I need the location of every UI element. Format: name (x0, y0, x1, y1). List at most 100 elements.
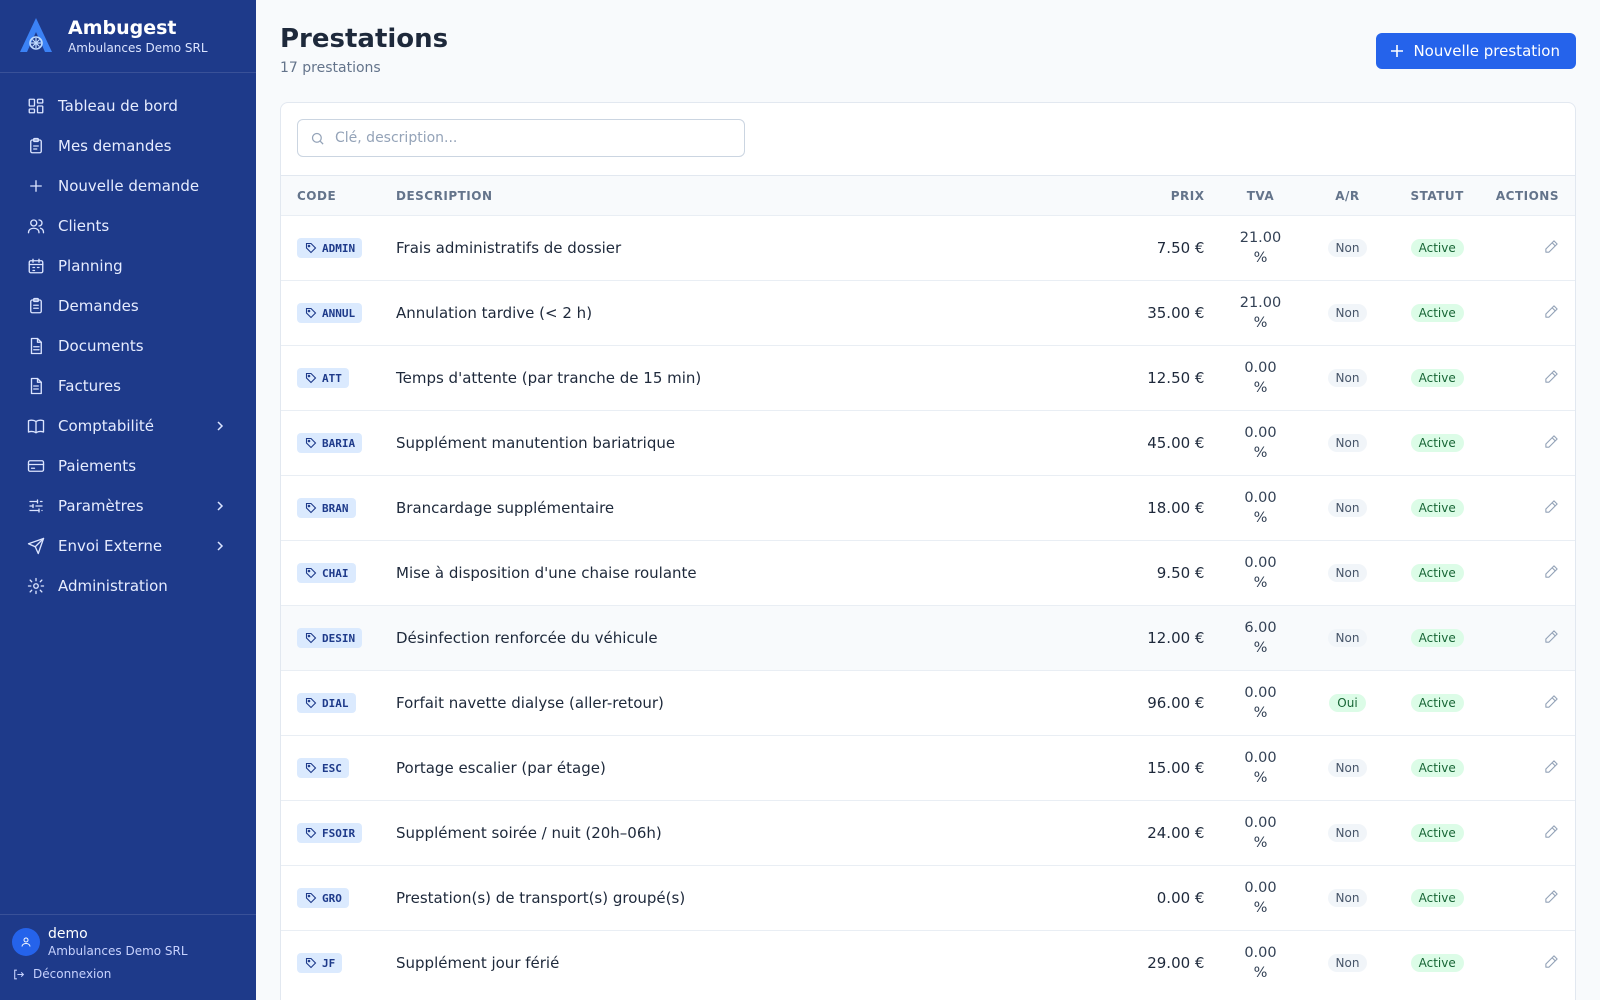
status-badge: Active (1410, 824, 1464, 842)
sidebar-item-factures[interactable]: Factures (16, 366, 240, 406)
ar-badge: Non (1327, 434, 1368, 452)
search-icon (310, 130, 326, 146)
cell-actions (1480, 541, 1575, 606)
cell-ar: Non (1300, 606, 1394, 671)
table-row[interactable]: CHAI Mise à disposition d'une chaise roul… (281, 540, 1575, 606)
cell-ar: Non (1300, 346, 1394, 411)
table-row[interactable]: DIAL Forfait navette dialyse (aller-retou… (281, 670, 1575, 736)
edit-pencil-icon[interactable] (1543, 433, 1559, 449)
table-row[interactable]: GRO Prestation(s) de transport(s) groupé(… (281, 865, 1575, 931)
new-prestation-label: Nouvelle prestation (1413, 42, 1560, 60)
cell-code: DIAL (281, 671, 380, 736)
avatar[interactable] (12, 928, 40, 956)
edit-pencil-icon[interactable] (1543, 368, 1559, 384)
cell-code: GRO (281, 866, 380, 931)
edit-pencil-icon[interactable] (1543, 693, 1559, 709)
sidebar-item-demandes[interactable]: Demandes (16, 286, 240, 326)
table-row[interactable]: ATT Temps d'attente (par tranche de 15 mi… (281, 345, 1575, 411)
gear-icon (27, 577, 45, 595)
logout-button[interactable]: Déconnexion (12, 967, 244, 981)
sidebar-item-envoi-externe[interactable]: Envoi Externe (16, 526, 240, 566)
brand-name: Ambugest (68, 16, 177, 39)
column-header-tva[interactable]: TVA (1220, 176, 1300, 216)
code-text: DESIN (322, 631, 356, 645)
table-row[interactable]: BARIA Supplément manutention bariatrique 4… (281, 410, 1575, 476)
sidebar-item-nouvelle-demande[interactable]: Nouvelle demande (16, 166, 240, 206)
ar-badge: Non (1327, 564, 1368, 582)
sidebar-item-paiements[interactable]: Paiements (16, 446, 240, 486)
plus-icon (27, 177, 45, 195)
send-icon (27, 537, 45, 555)
table-row[interactable]: ESC Portage escalier (par étage) 15.00 € 0.… (281, 735, 1575, 801)
sidebar-item-comptabilite[interactable]: Comptabilité (16, 406, 240, 446)
prestations-card: Code Description Prix TVA A/R Statut Act… (280, 102, 1576, 1000)
tva-unit: % (1253, 315, 1268, 331)
tag-icon (305, 437, 317, 449)
cell-description: Temps d'attente (par tranche de 15 min) (396, 369, 702, 387)
sidebar-item-label: Administration (58, 577, 168, 595)
cell-ar: Non (1300, 476, 1394, 541)
column-header-ar[interactable]: A/R (1300, 176, 1394, 216)
tva-unit: % (1253, 575, 1268, 591)
sidebar-item-documents[interactable]: Documents (16, 326, 240, 366)
cell-statut: Active (1394, 346, 1479, 411)
tva-unit: % (1253, 380, 1268, 396)
tva-value: 0.00 (1244, 880, 1277, 896)
edit-pencil-icon[interactable] (1543, 563, 1559, 579)
sidebar-item-mes-demandes[interactable]: Mes demandes (16, 126, 240, 166)
cell-ar: Non (1300, 866, 1394, 931)
cell-prix: 12.00 € (1147, 629, 1205, 647)
edit-pencil-icon[interactable] (1543, 628, 1559, 644)
column-header-prix[interactable]: Prix (1100, 176, 1220, 216)
table-row[interactable]: JF Supplément jour férié 29.00 € 0.00% Non Ac… (281, 930, 1575, 996)
sidebar-item-parametres[interactable]: Paramètres (16, 486, 240, 526)
cell-code: CHAI (281, 541, 380, 606)
cell-statut: Active (1394, 411, 1479, 476)
status-badge: Active (1410, 239, 1464, 257)
cell-actions (1480, 671, 1575, 736)
tva-value: 6.00 (1244, 620, 1277, 636)
edit-pencil-icon[interactable] (1543, 954, 1559, 970)
new-prestation-button[interactable]: Nouvelle prestation (1376, 33, 1576, 69)
table-row[interactable]: FSOIR Supplément soirée / nuit (20h–06h) 2… (281, 800, 1575, 866)
sidebar-item-administration[interactable]: Administration (16, 566, 240, 606)
plus-icon (1390, 44, 1404, 58)
edit-pencil-icon[interactable] (1543, 498, 1559, 514)
column-header-description[interactable]: Description (380, 176, 1100, 216)
code-badge: ATT (297, 368, 349, 388)
cell-description: Supplément manutention bariatrique (396, 434, 676, 452)
cell-description: Prestation(s) de transport(s) groupé(s) (396, 889, 686, 907)
edit-pencil-icon[interactable] (1543, 823, 1559, 839)
cell-tva: 0.00% (1220, 476, 1300, 541)
edit-pencil-icon[interactable] (1543, 758, 1559, 774)
tva-value: 21.00 (1239, 230, 1282, 246)
cell-tva: 0.00% (1220, 801, 1300, 866)
sidebar-item-clients[interactable]: Clients (16, 206, 240, 246)
table-row[interactable]: ADMIN Frais administratifs de dossier 7.50… (281, 215, 1575, 281)
cell-description: Forfait navette dialyse (aller-retour) (396, 694, 664, 712)
tva-value: 21.00 (1239, 295, 1282, 311)
sidebar-item-planning[interactable]: Planning (16, 246, 240, 286)
edit-pencil-icon[interactable] (1543, 238, 1559, 254)
user-name: demo (48, 926, 88, 942)
ar-badge: Non (1327, 759, 1368, 777)
cell-prix: 45.00 € (1147, 434, 1205, 452)
code-text: ESC (322, 761, 342, 775)
cell-prix: 12.50 € (1147, 369, 1205, 387)
code-badge: DESIN (297, 628, 363, 648)
tva-unit: % (1253, 965, 1268, 982)
tva-value: 0.00 (1244, 685, 1277, 701)
code-text: ATT (322, 371, 342, 385)
edit-pencil-icon[interactable] (1543, 888, 1559, 904)
column-header-actions: Actions (1495, 188, 1559, 203)
search-input[interactable] (335, 130, 744, 146)
table-row[interactable]: ANNUL Annulation tardive (< 2 h) 35.00 € 21… (281, 280, 1575, 346)
sidebar-item-tableau-de-bord[interactable]: Tableau de bord (16, 86, 240, 126)
column-header-statut[interactable]: Statut (1394, 176, 1479, 216)
sidebar-item-label: Factures (58, 377, 121, 395)
table-row[interactable]: DESIN Désinfection renforcée du véhicule 1… (281, 605, 1575, 671)
column-header-code[interactable]: Code (281, 176, 380, 216)
edit-pencil-icon[interactable] (1543, 303, 1559, 319)
table-row[interactable]: BRAN Brancardage supplémentaire 18.00 € 0.0… (281, 475, 1575, 541)
status-badge: Active (1410, 694, 1464, 712)
